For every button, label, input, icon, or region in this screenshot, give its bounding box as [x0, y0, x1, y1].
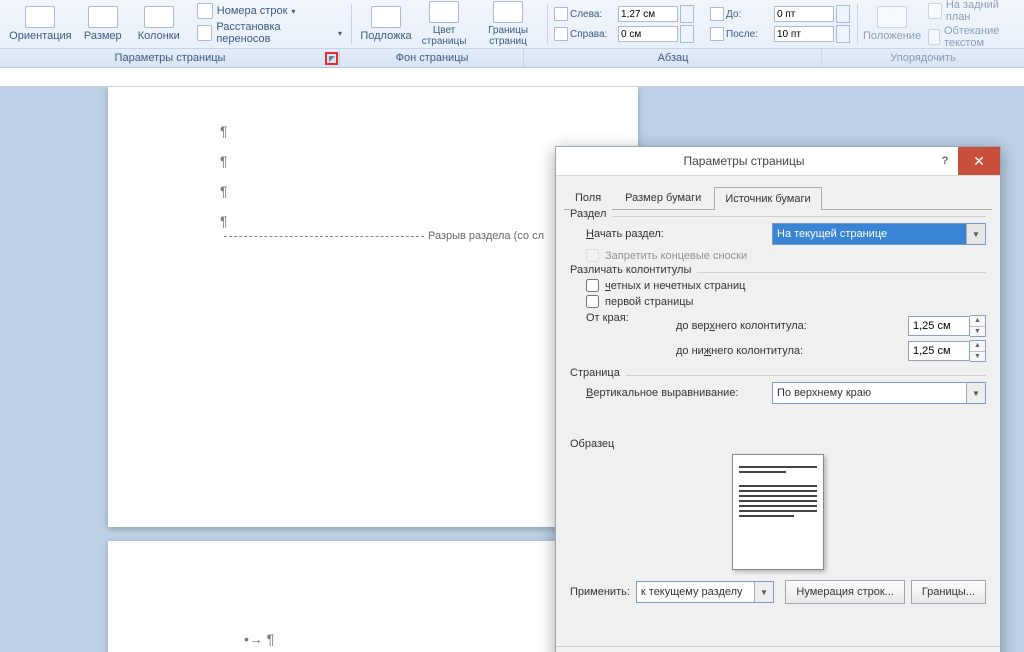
group-page-setup: Параметры страницы	[0, 49, 340, 67]
group-paragraph: Абзац	[524, 49, 822, 67]
borders-button[interactable]: Границы...	[911, 580, 986, 604]
valign-select[interactable]: По верхнему краю▼	[772, 382, 986, 404]
spinner[interactable]	[680, 5, 694, 23]
line-numbers-button[interactable]: Нумерация строк...	[785, 580, 904, 604]
start-section-select[interactable]: На текущей странице▼	[772, 223, 986, 245]
page-color-icon	[429, 1, 459, 23]
page-size-icon	[88, 6, 118, 28]
page-borders-button[interactable]: Границы страниц	[474, 0, 542, 49]
valign-label: Вертикальное выравнивание:	[586, 387, 739, 399]
horizontal-ruler[interactable]	[0, 68, 1024, 87]
close-button[interactable]: ✕	[958, 147, 1000, 175]
chevron-down-icon: ▼	[754, 582, 773, 602]
apply-to-label: Применить:	[570, 586, 630, 598]
line-numbers-button[interactable]: Номера строк▾	[193, 2, 346, 20]
spacing-after-row: После:	[710, 25, 850, 43]
dialog-titlebar: Параметры страницы ? ✕	[556, 147, 1000, 176]
spacing-before-row: До:	[710, 5, 850, 23]
tab-paper-size[interactable]: Размер бумаги	[614, 186, 712, 209]
send-back-button[interactable]: На задний план	[924, 0, 1018, 24]
dialog-title: Параметры страницы	[556, 154, 932, 168]
document-area[interactable]: ¶ ¶ ¶ ¶ Разрыв раздела (со сл •→ ¶ Парам…	[0, 87, 1024, 652]
indent-right-input[interactable]	[618, 26, 678, 42]
dialog-footer: По умолчанию... OK Отмена	[556, 646, 1000, 652]
page-setup-dialog: Параметры страницы ? ✕ Поля Размер бумаг…	[555, 146, 1001, 652]
start-section-label: ННачать раздел:ачать раздел:	[586, 228, 664, 240]
borders-icon	[493, 1, 523, 23]
preview-group-label: Образец	[570, 438, 986, 450]
header-distance-input[interactable]	[908, 316, 970, 336]
size-button[interactable]: Размер	[75, 4, 131, 44]
headers-group-label: Различать колонтитулы	[570, 264, 697, 276]
spinner[interactable]: ▲▼	[970, 340, 986, 362]
group-page-bg: Фон страницы	[340, 49, 524, 67]
help-button[interactable]: ?	[932, 155, 958, 167]
spinner[interactable]	[680, 25, 694, 43]
section-break: Разрыв раздела (со сл	[224, 230, 544, 242]
spacing-after-input[interactable]	[774, 26, 834, 42]
odd-even-checkbox[interactable]: четных и нечетных страниц	[586, 279, 986, 292]
pilcrow-icon: •→ ¶	[244, 631, 274, 647]
spacing-before-icon	[710, 7, 724, 21]
first-page-checkbox[interactable]: первой страницы	[586, 295, 986, 308]
send-back-icon	[928, 3, 942, 19]
chevron-down-icon: ▼	[966, 383, 985, 403]
indent-left-input[interactable]	[618, 6, 678, 22]
watermark-button[interactable]: Подложка	[358, 4, 414, 44]
header-distance-label: до верхнего колонтитула:	[676, 320, 807, 332]
spacing-after-icon	[710, 27, 724, 41]
chevron-down-icon: ▼	[966, 224, 985, 244]
group-arrange: Упорядочить	[822, 49, 1024, 67]
indent-right-icon	[554, 27, 568, 41]
ribbon-group-bar: Параметры страницы Фон страницы Абзац Уп…	[0, 49, 1024, 68]
spacing-before-input[interactable]	[774, 6, 834, 22]
from-edge-label: От края:	[570, 312, 676, 365]
pilcrow-icon: ¶	[220, 123, 228, 139]
spinner[interactable]	[836, 5, 850, 23]
tab-paper-source[interactable]: Источник бумаги	[714, 187, 821, 210]
dialog-body: Раздел ННачать раздел:ачать раздел: На т…	[556, 210, 1000, 614]
text-wrap-icon	[928, 29, 940, 45]
ribbon: Ориентация Размер Колонки Номера строк▾ …	[0, 0, 1024, 49]
hyphenation-button[interactable]: Расстановка переносов▾	[193, 20, 346, 46]
spinner[interactable]: ▲▼	[970, 315, 986, 337]
columns-button[interactable]: Колонки	[131, 4, 187, 44]
hyphenation-icon	[197, 25, 213, 41]
dialog-tabs: Поля Размер бумаги Источник бумаги	[564, 186, 992, 210]
indent-right-row: Справа:	[554, 25, 694, 43]
position-icon	[877, 6, 907, 28]
text-wrap-button[interactable]: Обтекание текстом	[924, 24, 1018, 50]
indent-left-icon	[554, 7, 568, 21]
position-button[interactable]: Положение	[864, 4, 920, 44]
pilcrow-icon: ¶	[220, 153, 228, 169]
footer-distance-input[interactable]	[908, 341, 970, 361]
orientation-icon	[25, 6, 55, 28]
section-group-label: Раздел	[570, 208, 612, 220]
apply-to-select[interactable]: к текущему разделу▼	[636, 581, 774, 603]
columns-icon	[144, 6, 174, 28]
footer-distance-label: до нижнего колонтитула:	[676, 345, 803, 357]
pilcrow-icon: ¶	[220, 213, 228, 229]
watermark-icon	[371, 6, 401, 28]
page-group-label: Страница	[570, 367, 626, 379]
orientation-button[interactable]: Ориентация	[6, 4, 75, 44]
line-numbers-icon	[197, 3, 213, 19]
indent-left-row: Слева:	[554, 5, 694, 23]
page-setup-launcher[interactable]	[325, 52, 338, 65]
page-color-button[interactable]: Цвет страницы	[414, 0, 474, 49]
tab-fields[interactable]: Поля	[564, 186, 612, 209]
suppress-endnotes-checkbox: Запретить концевые сноски	[586, 249, 986, 262]
pilcrow-icon: ¶	[220, 183, 228, 199]
spinner[interactable]	[836, 25, 850, 43]
preview-sample	[732, 454, 824, 570]
